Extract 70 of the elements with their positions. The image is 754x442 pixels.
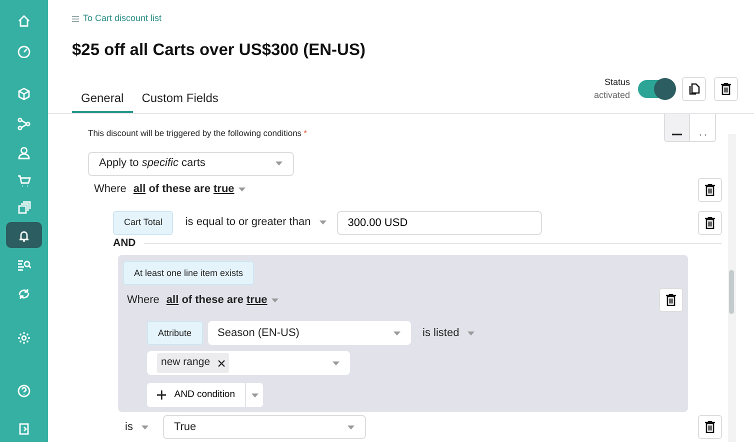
delete-button[interactable]	[698, 210, 722, 234]
caret-icon	[332, 360, 340, 366]
plus-icon	[157, 390, 166, 400]
where-label: Where	[127, 293, 160, 308]
status-toggle[interactable]	[638, 80, 674, 98]
cube-icon	[17, 87, 31, 102]
quantifier-dropdown[interactable]: all of these are true	[133, 181, 246, 198]
attribute-badge: Attribute	[147, 321, 203, 346]
back-link[interactable]: To Cart discount list	[83, 12, 162, 26]
trash-icon	[705, 216, 715, 228]
caret-icon	[467, 330, 476, 336]
quantifier-dropdown[interactable]: all of these are true	[166, 292, 280, 308]
status-label: Status	[603, 76, 630, 88]
page-title: $25 off all Carts over US$300 (EN-US)	[72, 40, 366, 60]
sync-icon	[17, 286, 31, 301]
cart-icon	[17, 174, 31, 188]
delete-button[interactable]	[714, 76, 738, 100]
gauge-icon	[17, 44, 31, 58]
dropdown-toggle-button[interactable]	[246, 383, 263, 408]
person-icon	[17, 146, 31, 160]
status-value: activated	[594, 88, 630, 102]
operator-dropdown[interactable]: is	[125, 419, 149, 436]
delete-button[interactable]	[698, 178, 722, 202]
trash-icon	[721, 82, 731, 94]
operator-dropdown[interactable]: is listed	[422, 325, 476, 342]
duplicate-button[interactable]	[682, 76, 706, 100]
caret-icon	[318, 220, 327, 225]
where-label: Where	[94, 182, 126, 198]
view-option-button[interactable]	[664, 114, 690, 142]
add-condition-button[interactable]: AND condition	[147, 383, 245, 408]
scrollbar[interactable]	[728, 134, 736, 442]
list-search-icon	[17, 258, 31, 272]
caret-icon	[238, 187, 246, 192]
gear-icon	[17, 330, 31, 345]
list-icon	[72, 16, 79, 22]
caret-icon	[392, 330, 401, 336]
list-view-icon	[672, 132, 682, 136]
sidebar-item[interactable]	[6, 222, 42, 248]
trash-icon	[705, 421, 715, 434]
apply-select[interactable]: Apply to specific carts	[88, 152, 294, 176]
operator-dropdown[interactable]: is equal to or greater than	[185, 214, 327, 231]
home-icon	[17, 14, 31, 28]
view-option-button[interactable]	[690, 114, 716, 142]
caret-icon	[271, 298, 280, 303]
field-badge: Cart Total	[113, 210, 174, 234]
trash-icon	[666, 294, 676, 306]
caret-icon	[140, 424, 149, 430]
value-input[interactable]: 300.00 USD	[336, 210, 542, 234]
copy-icon	[688, 82, 700, 94]
group-badge: At least one line item exists	[123, 261, 254, 286]
tag: new range	[157, 353, 230, 374]
tab[interactable]: General	[72, 84, 133, 112]
nodes-icon	[17, 117, 31, 132]
trash-icon	[705, 184, 715, 196]
delete-button[interactable]	[659, 288, 683, 312]
delete-button[interactable]	[698, 415, 722, 440]
help-icon	[17, 384, 31, 398]
sidebar-toggle-icon	[17, 422, 31, 436]
caret-icon	[346, 424, 355, 430]
tag-select[interactable]: new range	[147, 351, 350, 376]
connector-label: AND	[113, 236, 136, 250]
attribute-select[interactable]: Season (EN-US)	[208, 321, 411, 346]
caret-icon	[275, 161, 283, 166]
required-mark: *	[304, 128, 307, 138]
caret-icon	[250, 392, 258, 398]
value-select[interactable]: True	[162, 415, 366, 440]
tab[interactable]: Custom Fields	[132, 84, 228, 112]
conditions-label: This discount will be triggered by the following conditions *	[88, 126, 307, 140]
stack-icon	[17, 201, 31, 216]
close-icon[interactable]	[218, 360, 226, 367]
